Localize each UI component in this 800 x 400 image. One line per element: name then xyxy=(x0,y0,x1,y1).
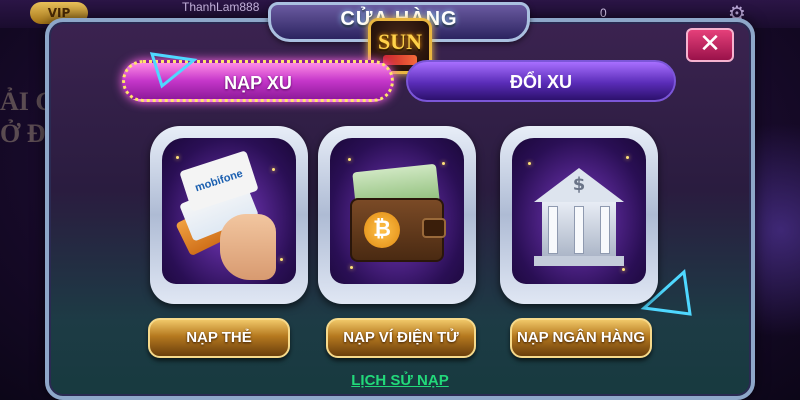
card-art-frame: ₿ xyxy=(330,138,464,284)
sparkle xyxy=(528,162,531,165)
card-art-frame: $ xyxy=(512,138,646,284)
bank-steps xyxy=(534,256,624,266)
sparkle xyxy=(176,156,179,159)
bitcoin-icon: ₿ xyxy=(364,212,400,248)
deposit-history-link[interactable]: LỊCH SỬ NẠP xyxy=(300,372,500,389)
bank-column xyxy=(600,206,610,254)
username: ThanhLam888 xyxy=(182,0,260,14)
dollar-icon: $ xyxy=(572,174,586,195)
nap-vi-dien-tu-button[interactable]: NẠP VÍ ĐIỆN TỬ xyxy=(326,318,476,358)
sparkle xyxy=(272,168,275,171)
sparkle xyxy=(442,162,445,165)
close-button[interactable]: ✕ xyxy=(686,28,734,62)
background-decoration xyxy=(752,80,800,380)
hand-icon xyxy=(220,214,276,280)
option-card-bank[interactable]: $ xyxy=(500,126,658,304)
option-card-e-wallet[interactable]: ₿ xyxy=(318,126,476,304)
wallet-clasp-icon xyxy=(422,218,446,238)
bank-column xyxy=(574,206,584,254)
sparkle xyxy=(626,156,629,159)
sparkle xyxy=(280,258,283,261)
sparkle xyxy=(622,268,625,271)
sparkle xyxy=(350,266,353,269)
sun-logo-text: SUN xyxy=(377,29,422,54)
option-card-phone-card[interactable]: mobifone xyxy=(150,126,308,304)
nap-the-button[interactable]: NẠP THẺ xyxy=(148,318,290,358)
card-art-frame: mobifone xyxy=(162,138,296,284)
logo-ribbon xyxy=(383,55,417,65)
sparkle xyxy=(348,158,351,161)
tab-doi-xu[interactable]: ĐỔI XU xyxy=(406,60,676,102)
bank-column xyxy=(548,206,558,254)
nap-ngan-hang-button[interactable]: NẠP NGÂN HÀNG xyxy=(510,318,652,358)
triangle-decoration-icon xyxy=(149,52,198,89)
